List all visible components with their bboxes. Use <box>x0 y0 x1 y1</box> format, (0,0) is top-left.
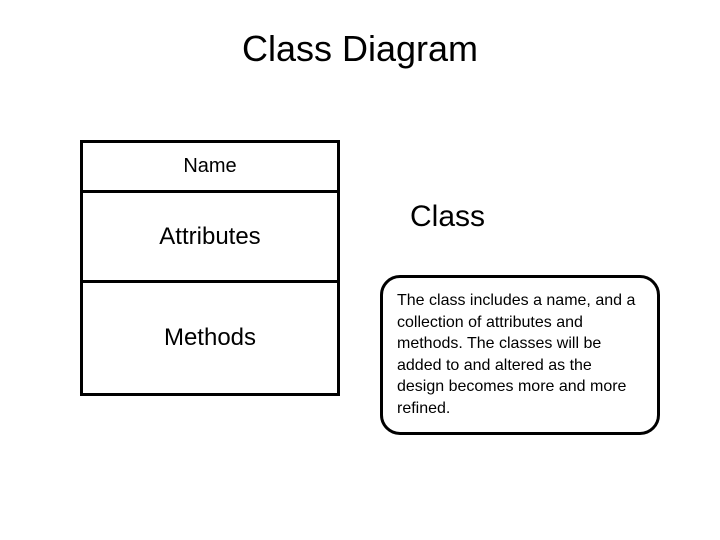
class-label: Class <box>410 200 485 234</box>
uml-class-box: Name Attributes Methods <box>80 140 340 396</box>
page-title: Class Diagram <box>0 28 720 70</box>
class-attributes-compartment: Attributes <box>83 193 337 283</box>
class-description: The class includes a name, and a collect… <box>380 275 660 435</box>
class-name-compartment: Name <box>83 143 337 193</box>
class-methods-compartment: Methods <box>83 283 337 393</box>
